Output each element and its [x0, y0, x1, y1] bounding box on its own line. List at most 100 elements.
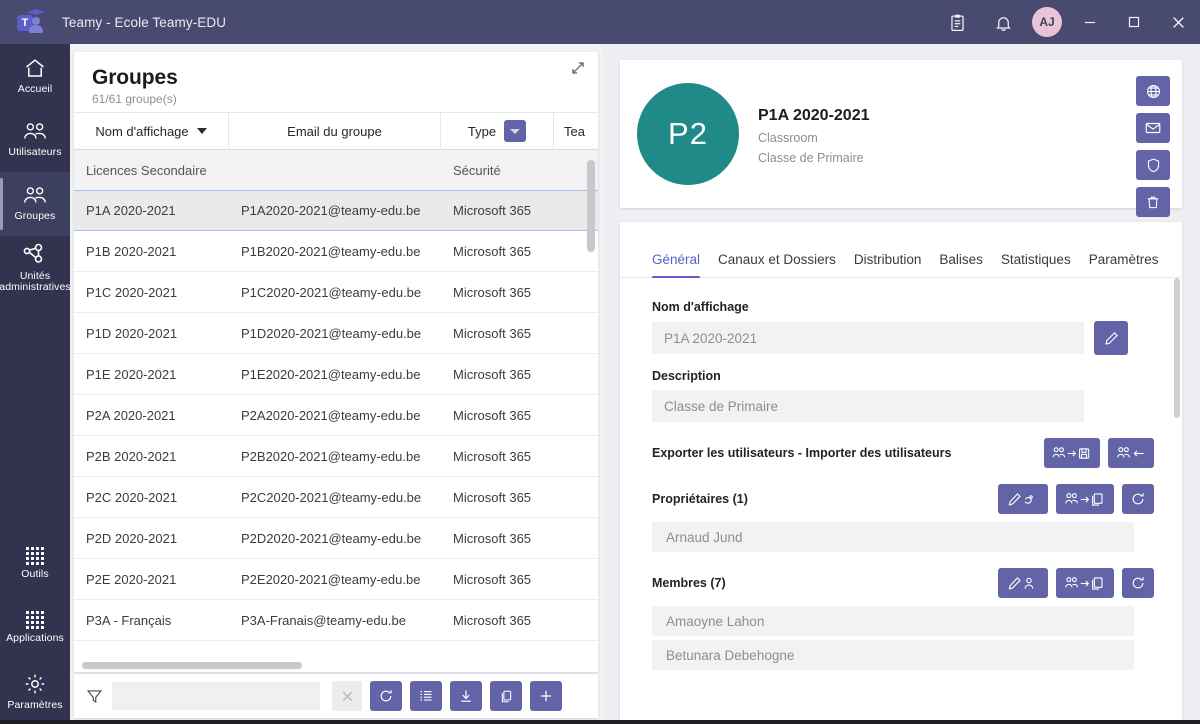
cell-type: Sécurité: [453, 162, 501, 178]
sidebar-item-outils[interactable]: Outils: [0, 532, 70, 596]
export-users-button[interactable]: [1044, 438, 1100, 468]
edit-members-button[interactable]: [998, 568, 1048, 598]
tab-canaux-et-dossiers[interactable]: Canaux et Dossiers: [718, 252, 836, 277]
globe-button[interactable]: [1136, 76, 1170, 106]
group-details-panel: P2 P1A 2020-2021 Classroom Classe de Pri…: [602, 44, 1200, 724]
list-item[interactable]: Amaoyne Lahon: [652, 606, 1134, 636]
column-header-nom-affichage[interactable]: Nom d'affichage: [74, 112, 229, 150]
details-scrollbar[interactable]: [1174, 278, 1180, 418]
mail-button[interactable]: [1136, 113, 1170, 143]
cell-name: P3A - Français: [86, 612, 172, 628]
cell-email: P1B2020-2021@teamy-edu.be: [241, 243, 421, 259]
refresh-button[interactable]: [370, 681, 402, 711]
table-row[interactable]: P2C 2020-2021 P2C2020-2021@teamy-edu.be …: [74, 477, 598, 518]
cell-name: P2D 2020-2021: [86, 530, 178, 546]
clipboard-icon[interactable]: [934, 0, 980, 44]
column-header-type[interactable]: Type: [441, 112, 554, 150]
table-row[interactable]: P2E 2020-2021 P2E2020-2021@teamy-edu.be …: [74, 559, 598, 600]
list-button[interactable]: [410, 681, 442, 711]
cell-email: P2A2020-2021@teamy-edu.be: [241, 407, 421, 423]
download-button[interactable]: [450, 681, 482, 711]
org-unit-icon: [22, 243, 48, 267]
sidebar-item-accueil[interactable]: Accueil: [0, 44, 70, 108]
table-row[interactable]: P1D 2020-2021 P1D2020-2021@teamy-edu.be …: [74, 313, 598, 354]
copy-owners-button[interactable]: [1056, 484, 1114, 514]
tab-balises[interactable]: Balises: [939, 252, 983, 277]
group-name: P1A 2020-2021: [758, 107, 870, 124]
table-vertical-scrollbar[interactable]: [587, 160, 595, 252]
cell-name: Licences Secondaire: [86, 162, 207, 178]
delete-button[interactable]: [1136, 187, 1170, 217]
display-name-label: Nom d'affichage: [652, 300, 749, 314]
owners-label: Propriétaires (1): [652, 492, 748, 506]
filter-input[interactable]: [112, 682, 320, 710]
person-icon: [29, 17, 44, 33]
table-row[interactable]: P3A - Français P3A-Franais@teamy-edu.be …: [74, 600, 598, 641]
sidebar-item-unites-administratives[interactable]: Unités administratives: [0, 236, 71, 300]
table-row[interactable]: P1A 2020-2021 P1A2020-2021@teamy-edu.be …: [74, 190, 598, 231]
cell-email: P3A-Franais@teamy-edu.be: [241, 612, 406, 628]
window-minimize-button[interactable]: [1068, 0, 1112, 44]
groups-panel: Groupes 61/61 groupe(s) Nom d'affichage: [70, 44, 602, 724]
members-row: Membres (7): [652, 568, 1154, 598]
cell-name: P2E 2020-2021: [86, 571, 177, 587]
edit-owners-button[interactable]: [998, 484, 1048, 514]
tab-distribution[interactable]: Distribution: [854, 252, 922, 277]
table-row[interactable]: P2A 2020-2021 P2A2020-2021@teamy-edu.be …: [74, 395, 598, 436]
refresh-members-button[interactable]: [1122, 568, 1154, 598]
display-name-field[interactable]: P1A 2020-2021: [652, 322, 1084, 354]
table-header: Nom d'affichage Email du groupe Type Tea: [74, 112, 598, 150]
members-buttons: [998, 568, 1154, 598]
groups-table-body[interactable]: Licences Secondaire Sécurité P1A 2020-20…: [74, 150, 598, 662]
expand-diagonal-icon[interactable]: [568, 58, 588, 78]
sidebar-item-applications[interactable]: Applications: [0, 596, 70, 660]
table-row[interactable]: Licences Secondaire Sécurité: [74, 150, 598, 190]
table-horizontal-scrollbar[interactable]: [82, 662, 302, 669]
bell-icon[interactable]: [980, 0, 1026, 44]
cell-type: Microsoft 365: [453, 325, 532, 341]
list-item[interactable]: Betunara Debehogne: [652, 640, 1134, 670]
export-import-row: Exporter les utilisateurs - Importer des…: [652, 438, 1154, 468]
cell-email: P1D2020-2021@teamy-edu.be: [241, 325, 422, 341]
user-avatar[interactable]: AJ: [1032, 7, 1062, 37]
copy-button[interactable]: [490, 681, 522, 711]
list-item[interactable]: Arnaud Jund: [652, 522, 1134, 552]
tab-statistiques[interactable]: Statistiques: [1001, 252, 1071, 277]
table-row[interactable]: P1B 2020-2021 P1B2020-2021@teamy-edu.be …: [74, 231, 598, 272]
cell-name: P1A 2020-2021: [86, 203, 176, 218]
table-row[interactable]: P1E 2020-2021 P1E2020-2021@teamy-edu.be …: [74, 354, 598, 395]
sort-desc-icon: [196, 128, 207, 134]
table-row[interactable]: P2D 2020-2021 P2D2020-2021@teamy-edu.be …: [74, 518, 598, 559]
cell-email: P2C2020-2021@teamy-edu.be: [241, 489, 422, 505]
add-button[interactable]: [530, 681, 562, 711]
refresh-owners-button[interactable]: [1122, 484, 1154, 514]
cell-name: P2A 2020-2021: [86, 407, 176, 423]
window-close-button[interactable]: [1156, 0, 1200, 44]
window-maximize-button[interactable]: [1112, 0, 1156, 44]
clear-filter-button[interactable]: [332, 681, 362, 711]
description-field[interactable]: Classe de Primaire: [652, 390, 1084, 422]
tab-general[interactable]: Général: [652, 252, 701, 278]
sidebar-item-parametres[interactable]: Paramètres: [0, 660, 70, 724]
sidebar-item-groupes[interactable]: Groupes: [0, 172, 70, 236]
table-row[interactable]: P1C 2020-2021 P1C2020-2021@teamy-edu.be …: [74, 272, 598, 313]
table-row[interactable]: P2B 2020-2021 P2B2020-2021@teamy-edu.be …: [74, 436, 598, 477]
column-header-team[interactable]: Tea: [554, 112, 598, 150]
tab-parametres[interactable]: Paramètres: [1089, 252, 1159, 277]
cell-type: Microsoft 365: [453, 448, 532, 464]
edit-display-name-button[interactable]: [1094, 321, 1128, 355]
app-window: T Teamy - Ecole Teamy-EDU AJ Accueil Uti…: [0, 0, 1200, 724]
filter-dropdown-icon[interactable]: [504, 120, 527, 142]
group-info: P1A 2020-2021 Classroom Classe de Primai…: [758, 107, 870, 165]
cell-type: Microsoft 365: [453, 571, 532, 587]
shield-button[interactable]: [1136, 150, 1170, 180]
group-avatar: P2: [637, 83, 739, 185]
sidebar-item-label: Groupes: [14, 210, 56, 223]
grid-dots-icon: [26, 611, 44, 630]
column-header-email-groupe[interactable]: Email du groupe: [229, 112, 441, 150]
groups-toolbar: [74, 674, 598, 718]
copy-members-button[interactable]: [1056, 568, 1114, 598]
group-header-card: P2 P1A 2020-2021 Classroom Classe de Pri…: [620, 60, 1182, 217]
sidebar-item-utilisateurs[interactable]: Utilisateurs: [0, 108, 70, 172]
import-users-button[interactable]: [1108, 438, 1154, 468]
